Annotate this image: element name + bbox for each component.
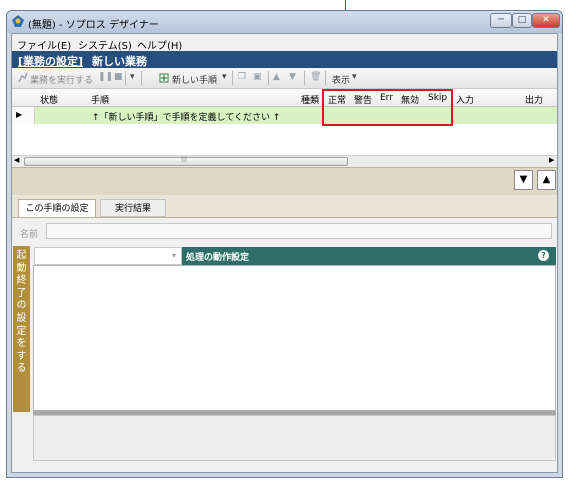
menu-system[interactable]: システム(S): [78, 37, 132, 52]
name-label: 名前: [20, 230, 39, 240]
chevron-down-icon[interactable]: ▾: [172, 251, 176, 260]
row-placeholder-text: ↑「新しい手順」で手順を定義してください ↑: [92, 113, 281, 123]
column-header-type[interactable]: 種類: [301, 93, 319, 106]
move-up-icon[interactable]: ▲: [273, 72, 280, 82]
settings-link[interactable]: [業務の設定]: [18, 53, 83, 69]
scrollbar-grip-icon: |||: [181, 156, 188, 163]
display-dropdown-icon[interactable]: ▾: [352, 72, 357, 82]
action-select[interactable]: [34, 247, 182, 265]
toolbar-separator: [125, 71, 126, 85]
action-settings-label: 処理の動作設定: [186, 253, 250, 263]
run-business-button[interactable]: 業務を実行する: [30, 73, 93, 86]
move-up-button[interactable]: ▲: [537, 170, 556, 190]
toolbar-separator: [232, 71, 233, 85]
splitter-panel: [12, 167, 557, 195]
move-down-button[interactable]: ▼: [514, 170, 533, 190]
pause-icon[interactable]: ❚❚: [98, 72, 113, 82]
move-down-icon[interactable]: ▼: [289, 72, 296, 82]
highlight-box: [322, 89, 453, 126]
window-title: (無題) - ソプロス デザイナー: [28, 20, 159, 31]
name-field[interactable]: [46, 223, 552, 239]
startup-settings-label: 起動・終了の設定をする: [16, 250, 37, 375]
toolbar-separator: [304, 71, 305, 85]
paste-icon[interactable]: ▣: [253, 72, 262, 82]
app-icon: [12, 15, 24, 27]
column-header-status[interactable]: 状態: [40, 93, 58, 106]
toolbar-separator: [325, 71, 326, 85]
minimize-button[interactable]: ─: [490, 13, 512, 28]
run-icon: [18, 72, 28, 83]
startup-settings-tab[interactable]: 起動・終了の設定をする: [13, 246, 37, 412]
column-header-output[interactable]: 出力: [525, 93, 543, 106]
toolbar-separator: [141, 71, 142, 85]
scroll-right-icon[interactable]: ▶: [549, 156, 554, 164]
help-icon[interactable]: ?: [538, 250, 549, 261]
display-menu-button[interactable]: 表示: [332, 73, 350, 86]
detail-panel: [33, 415, 556, 461]
tab-step-settings[interactable]: この手順の設定: [18, 199, 96, 217]
current-row-icon: ▶: [16, 110, 23, 119]
delete-icon[interactable]: 🗑: [310, 72, 321, 82]
menu-file[interactable]: ファイル(E): [17, 37, 71, 52]
column-header-step[interactable]: 手順: [91, 93, 109, 106]
toolbar: [12, 68, 557, 89]
close-button[interactable]: ✕: [532, 13, 560, 28]
new-step-button[interactable]: 新しい手順: [172, 73, 217, 86]
column-header-input[interactable]: 入力: [456, 93, 474, 106]
stop-icon[interactable]: ■: [114, 72, 123, 82]
maximize-button[interactable]: □: [512, 13, 532, 28]
scroll-left-icon[interactable]: ◀: [14, 156, 19, 164]
page-title: 新しい業務: [92, 55, 147, 68]
new-step-icon: [159, 73, 169, 83]
menu-help[interactable]: ヘルプ(H): [137, 37, 182, 52]
dropdown-arrow-icon[interactable]: ▾: [130, 72, 135, 82]
new-step-dropdown-icon[interactable]: ▾: [222, 72, 227, 82]
tab-run-results[interactable]: 実行結果: [100, 199, 166, 217]
action-editor[interactable]: [33, 265, 556, 411]
copy-icon[interactable]: ❐: [238, 72, 246, 82]
toolbar-separator: [268, 71, 269, 85]
